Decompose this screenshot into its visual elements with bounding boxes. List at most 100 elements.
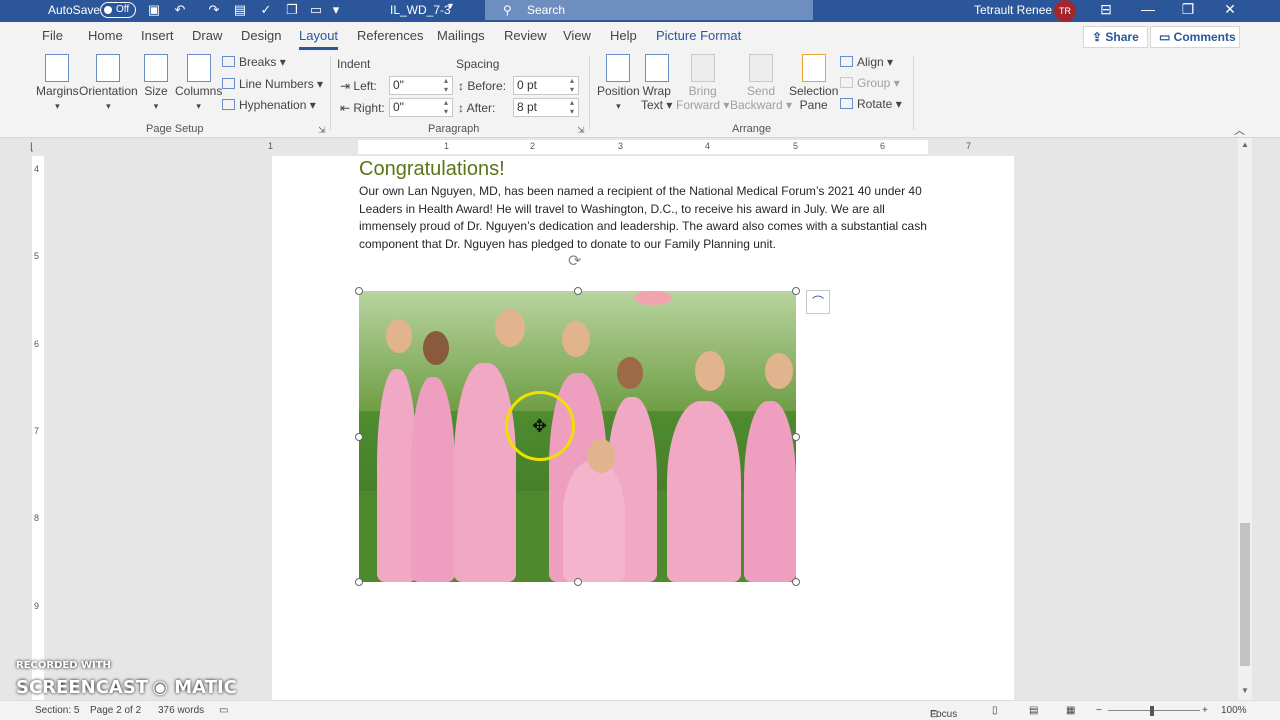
document-name[interactable]: IL_WD_7-3 [390, 3, 451, 17]
save-icon[interactable]: ▣ [146, 2, 162, 18]
minimize-icon[interactable]: — [1130, 0, 1166, 20]
selection-pane-button[interactable]: Selection Pane [789, 54, 838, 112]
autosave-toggle[interactable]: Off [100, 2, 136, 18]
tab-file[interactable]: File [42, 28, 63, 43]
tab-view[interactable]: View [563, 28, 591, 43]
ruler-number: 9 [34, 601, 40, 611]
word-count[interactable]: 376 words [158, 705, 204, 716]
user-name[interactable]: Tetrault Renee [974, 3, 1052, 17]
photo-person [744, 401, 796, 582]
tab-references[interactable]: References [357, 28, 423, 43]
selected-picture[interactable] [359, 291, 796, 582]
read-mode-icon[interactable]: ▯ [992, 705, 998, 716]
tab-home[interactable]: Home [88, 28, 123, 43]
resize-handle[interactable] [355, 578, 363, 586]
orientation-button[interactable]: Orientation ▾ [79, 54, 138, 112]
indent-right-input[interactable]: 0" [389, 98, 453, 117]
align-button[interactable]: Align ▾ [840, 55, 893, 69]
tab-design[interactable]: Design [241, 28, 281, 43]
collapse-ribbon-icon[interactable]: ︿ [1234, 122, 1245, 138]
vertical-ruler[interactable]: 4 5 6 7 8 9 [28, 156, 48, 700]
margins-button[interactable]: Margins ▾ [36, 54, 79, 112]
scroll-down-icon[interactable]: ▼ [1241, 686, 1249, 695]
rotate-button[interactable]: Rotate ▾ [840, 97, 902, 111]
customize-icon[interactable]: ▾ [328, 2, 344, 18]
zoom-out-icon[interactable]: − [1096, 705, 1102, 716]
close-icon[interactable]: ✕ [1212, 0, 1248, 20]
zoom-slider-thumb[interactable] [1150, 706, 1154, 716]
layout-options-icon[interactable]: ⌒ [806, 290, 830, 314]
scrollbar-thumb[interactable] [1240, 523, 1250, 666]
print-icon[interactable]: ▭ [308, 2, 324, 18]
scroll-up-icon[interactable]: ▲ [1241, 140, 1249, 149]
ruler-number: 7 [34, 426, 40, 436]
tab-review[interactable]: Review [504, 28, 547, 43]
share-icon: ⇪ [1092, 30, 1106, 44]
align-label: Align [857, 55, 884, 69]
line-numbers-button[interactable]: Line Numbers ▾ [222, 77, 323, 91]
print-layout-icon[interactable]: ▤ [1029, 705, 1038, 716]
size-button[interactable]: Size ▾ [144, 54, 168, 112]
paragraph-launcher-icon[interactable]: ⇲ [577, 125, 585, 136]
comments-button[interactable]: ▭ Comments [1150, 26, 1240, 48]
section-indicator[interactable]: Section: 5 [35, 705, 79, 716]
send-backward-button[interactable]: Send Backward ▾ [730, 54, 792, 112]
tab-help[interactable]: Help [610, 28, 637, 43]
zoom-slider[interactable] [1108, 710, 1200, 711]
spacing-before-input[interactable]: 0 pt [513, 76, 579, 95]
breaks-button[interactable]: Breaks ▾ [222, 55, 286, 69]
resize-handle[interactable] [355, 287, 363, 295]
restore-icon[interactable]: ❐ [1170, 0, 1206, 20]
page-setup-launcher-icon[interactable]: ⇲ [318, 125, 326, 136]
document-body-paragraph[interactable]: Our own Lan Nguyen, MD, has been named a… [359, 183, 929, 253]
wrap-text-button[interactable]: Wrap Text ▾ [641, 54, 672, 112]
resize-handle[interactable] [792, 287, 800, 295]
bring-forward-label-2: Forward [676, 98, 721, 112]
columns-button[interactable]: Columns ▾ [175, 54, 222, 112]
tab-selector-icon[interactable]: ⌊ [30, 142, 34, 153]
proofing-icon[interactable]: ▭ [219, 705, 228, 716]
group-icon [840, 77, 853, 88]
doc-menu-chevron-icon[interactable]: ▾ [448, 1, 453, 12]
resize-handle[interactable] [792, 433, 800, 441]
vertical-scrollbar[interactable]: ▲ ▼ [1238, 138, 1252, 700]
paragraph-group-label: Paragraph [428, 123, 480, 135]
zoom-in-icon[interactable]: + [1202, 705, 1208, 716]
resize-handle[interactable] [355, 433, 363, 441]
redo-icon[interactable]: ↷ [206, 2, 222, 18]
tab-picture-format[interactable]: Picture Format [656, 28, 741, 43]
tab-layout[interactable]: Layout [299, 28, 339, 50]
quick-access-icon[interactable]: ▤ [232, 2, 248, 18]
tab-draw[interactable]: Draw [192, 28, 222, 43]
resize-handle[interactable] [792, 578, 800, 586]
format-icon[interactable]: ✓ [258, 2, 274, 18]
avatar[interactable]: TR [1054, 0, 1076, 22]
page-indicator[interactable]: Page 2 of 2 [90, 705, 141, 716]
rotate-handle-icon[interactable]: ⟳ [568, 251, 581, 271]
tab-insert[interactable]: Insert [141, 28, 174, 43]
columns-icon [186, 54, 211, 82]
undo-icon[interactable]: ↶ [172, 2, 188, 18]
horizontal-ruler[interactable]: 1 1 2 3 4 5 6 7 [48, 140, 1240, 154]
share-button[interactable]: ⇪ Share [1083, 26, 1148, 48]
page-setup-group-label: Page Setup [146, 123, 204, 135]
indent-right-icon: ⇤ [340, 101, 354, 115]
document-heading[interactable]: Congratulations! [359, 158, 505, 181]
wrap-text-label-1: Wrap [642, 84, 671, 98]
web-layout-icon[interactable]: ▦ [1066, 705, 1075, 716]
bring-forward-button[interactable]: Bring Forward ▾ [676, 54, 729, 112]
tab-mailings[interactable]: Mailings [437, 28, 485, 43]
spacing-after-input[interactable]: 8 pt [513, 98, 579, 117]
position-button[interactable]: Position ▾ [597, 54, 640, 112]
resize-handle[interactable] [574, 287, 582, 295]
zoom-level[interactable]: 100% [1221, 705, 1247, 716]
hyphenation-button[interactable]: Hyphenation ▾ [222, 98, 316, 112]
document-page[interactable]: Congratulations! Our own Lan Nguyen, MD,… [272, 156, 1014, 700]
resize-handle[interactable] [574, 578, 582, 586]
group-button[interactable]: Group ▾ [840, 76, 900, 90]
copy-icon[interactable]: ❐ [284, 2, 300, 18]
search-placeholder: Search [527, 3, 566, 17]
indent-left-input[interactable]: 0" [389, 76, 453, 95]
ribbon-display-icon[interactable]: ⊟ [1088, 0, 1124, 20]
search-box[interactable]: ⚲ Search [485, 0, 813, 20]
